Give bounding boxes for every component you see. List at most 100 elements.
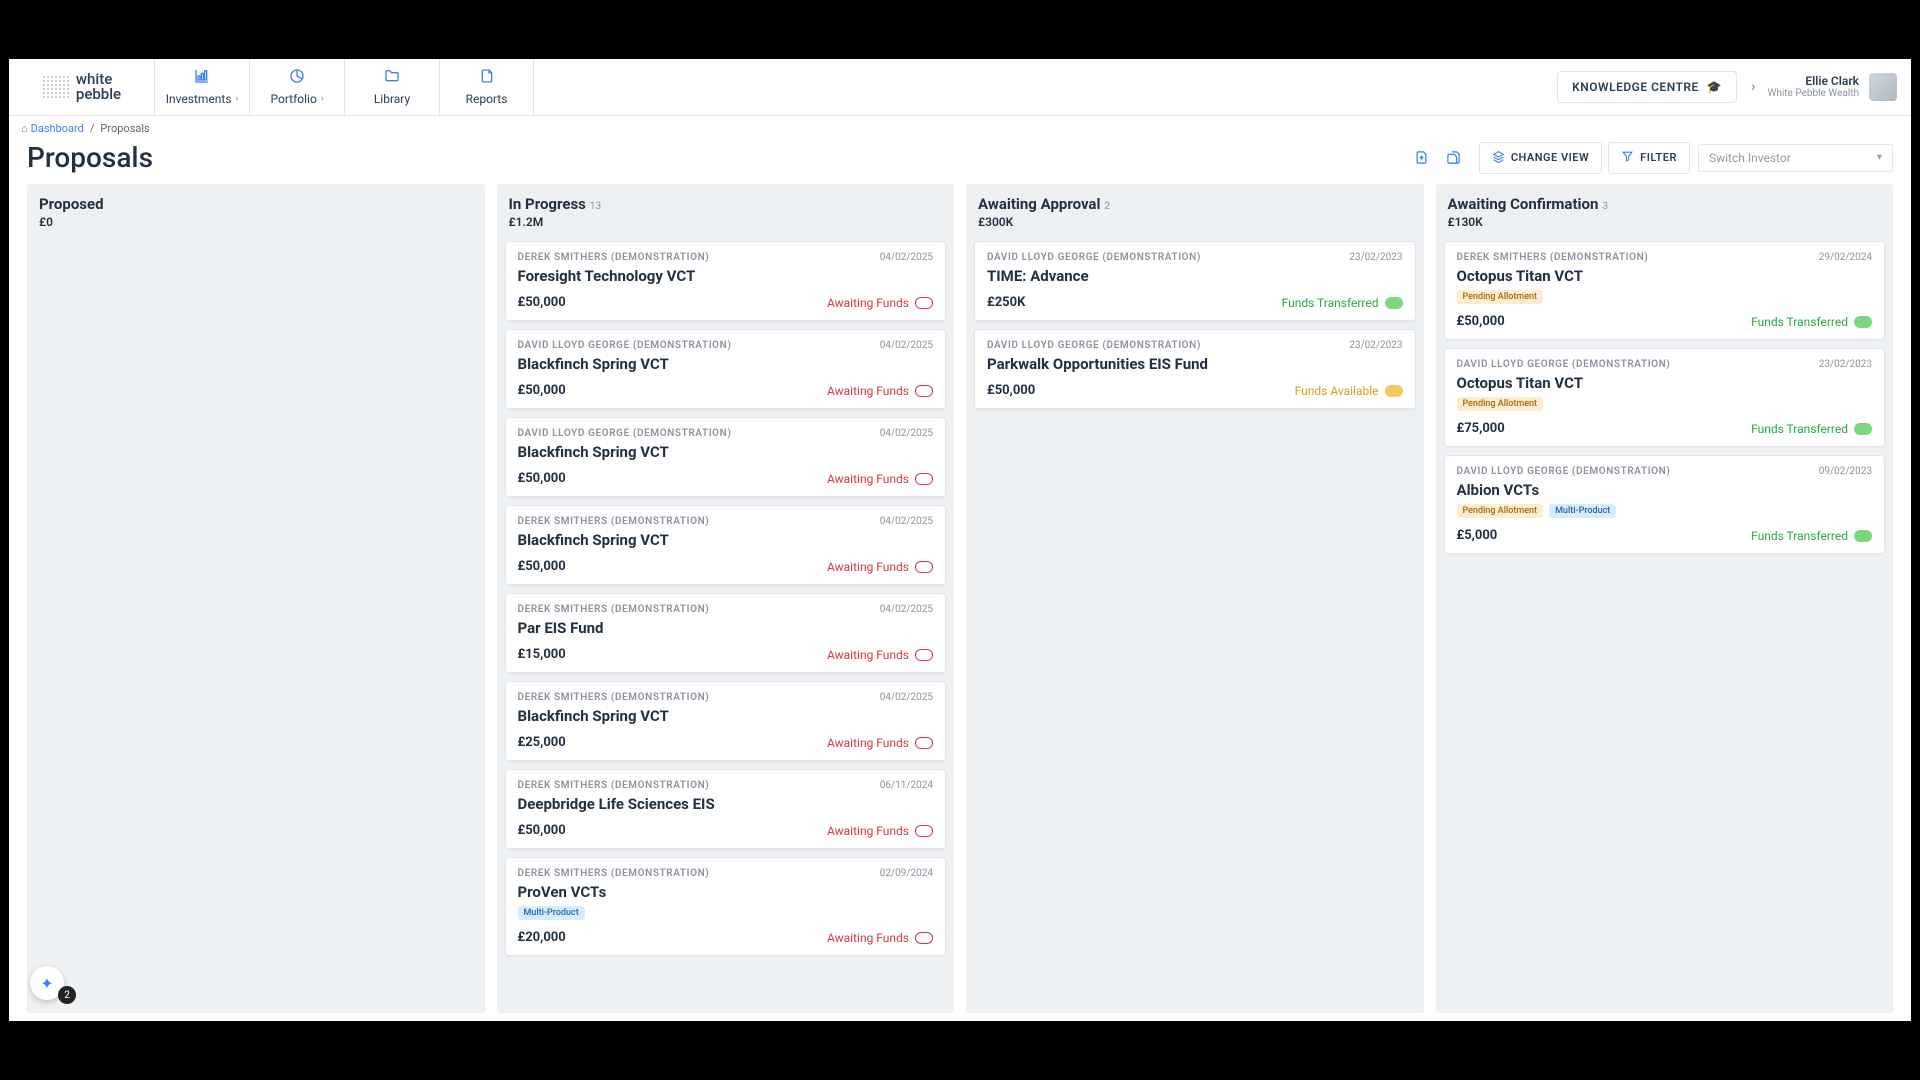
filter-button[interactable]: FILTER — [1608, 142, 1690, 174]
card-date: 06/11/2024 — [880, 780, 933, 791]
brand-name: white pebble — [76, 72, 121, 102]
card-date: 04/02/2025 — [880, 252, 933, 263]
switch-investor-select[interactable]: Switch Investor ▾ — [1698, 144, 1893, 172]
column-sum: £1.2M — [509, 215, 943, 229]
card-title: Foresight Technology VCT — [518, 267, 934, 285]
card-date: 04/02/2025 — [880, 516, 933, 527]
card-status: Funds Available — [1295, 384, 1403, 398]
proposal-card[interactable]: DAVID LLOYD GEORGE (DEMONSTRATION)23/02/… — [974, 329, 1416, 409]
chevron-right-icon[interactable]: › — [1751, 79, 1755, 95]
card-amount: £20,000 — [518, 930, 566, 945]
proposal-card[interactable]: DEREK SMITHERS (DEMONSTRATION)04/02/2025… — [505, 505, 947, 585]
proposal-card[interactable]: DEREK SMITHERS (DEMONSTRATION) 04/02/2025… — [505, 681, 947, 761]
kanban-board: Proposed£0In Progress13£1.2MDEREK SMITHE… — [9, 184, 1911, 1021]
help-widget[interactable]: ✦ 2 — [30, 966, 76, 1000]
card-title: ProVen VCTs — [518, 883, 934, 901]
column-body[interactable] — [27, 237, 485, 1013]
proposal-card[interactable]: DAVID LLOYD GEORGE (DEMONSTRATION)09/02/… — [1444, 455, 1886, 554]
card-status-label: Awaiting Funds — [827, 296, 909, 310]
nav-investments-label: Investments — [166, 92, 232, 106]
card-status-label: Awaiting Funds — [827, 384, 909, 398]
breadcrumb-separator: / — [90, 122, 95, 135]
proposal-card[interactable]: DEREK SMITHERS (DEMONSTRATION)04/02/2025… — [505, 593, 947, 673]
title-row: Proposals CHANGE VIEW FILTER Switch Inve… — [9, 141, 1911, 184]
proposal-card[interactable]: DAVID LLOYD GEORGE (DEMONSTRATION)23/02/… — [974, 241, 1416, 321]
proposal-card[interactable]: DAVID LLOYD GEORGE (DEMONSTRATION) 04/02/… — [505, 417, 947, 497]
proposal-card[interactable]: DEREK SMITHERS (DEMONSTRATION)29/02/2024… — [1444, 241, 1886, 340]
proposal-card[interactable]: DAVID LLOYD GEORGE (DEMONSTRATION)23/02/… — [1444, 348, 1886, 447]
switch-investor-placeholder: Switch Investor — [1709, 151, 1791, 165]
card-client: DEREK SMITHERS (DEMONSTRATION) — [1457, 252, 1649, 263]
card-title: Albion VCTs — [1457, 481, 1873, 499]
pie-chart-icon — [289, 68, 305, 88]
change-view-button[interactable]: CHANGE VIEW — [1479, 142, 1602, 174]
card-status: Awaiting Funds — [827, 736, 933, 750]
chevron-right-icon: › — [321, 94, 324, 104]
card-title: Blackfinch Spring VCT — [518, 531, 934, 549]
card-amount: £75,000 — [1457, 421, 1505, 436]
card-status: Funds Transferred — [1282, 296, 1403, 310]
card-title: Octopus Titan VCT — [1457, 267, 1873, 285]
card-status-label: Awaiting Funds — [827, 736, 909, 750]
card-date: 23/02/2023 — [1819, 359, 1872, 370]
nav-reports-label: Reports — [466, 92, 508, 106]
user-menu[interactable]: Ellie Clark White Pebble Wealth — [1767, 73, 1897, 101]
card-amount: £250K — [987, 295, 1025, 310]
status-pill-icon — [915, 737, 933, 749]
card-client: DAVID LLOYD GEORGE (DEMONSTRATION) — [987, 340, 1201, 351]
card-date: 04/02/2025 — [880, 428, 933, 439]
nav-reports[interactable]: Reports — [439, 59, 534, 115]
status-pill-icon — [915, 649, 933, 661]
card-title: Octopus Titan VCT — [1457, 374, 1873, 392]
proposal-card[interactable]: DEREK SMITHERS (DEMONSTRATION)04/02/2025… — [505, 241, 947, 321]
card-date: 04/02/2025 — [880, 692, 933, 703]
card-status: Awaiting Funds — [827, 931, 933, 945]
column-body[interactable]: DEREK SMITHERS (DEMONSTRATION) 04/02/2025… — [497, 237, 955, 1013]
export-multi-icon[interactable] — [1441, 145, 1467, 171]
column-body[interactable]: DAVID LLOYD GEORGE (DEMONSTRATION) 23/02/… — [966, 237, 1424, 1013]
column-sum: £300K — [978, 215, 1412, 229]
card-status: Awaiting Funds — [827, 560, 933, 574]
breadcrumb: ⌂ Dashboard / Proposals — [9, 116, 1911, 141]
layers-icon — [1492, 150, 1505, 166]
brand-logo[interactable]: white pebble — [9, 72, 154, 102]
status-pill-icon — [915, 825, 933, 837]
column-in-progress: In Progress 13 £1.2M DEREK SMITHERS (DEMONS… — [497, 184, 955, 1013]
card-amount: £50,000 — [518, 471, 566, 486]
nav-library[interactable]: Library — [344, 59, 439, 115]
column-count: 3 — [1602, 201, 1608, 212]
column-title: Awaiting Confirmation — [1448, 195, 1599, 213]
card-status-label: Awaiting Funds — [827, 472, 909, 486]
document-icon — [479, 68, 495, 88]
breadcrumb-home[interactable]: ⌂ Dashboard — [21, 122, 84, 135]
card-status-label: Awaiting Funds — [827, 560, 909, 574]
proposal-card[interactable]: DEREK SMITHERS (DEMONSTRATION)02/09/2024… — [505, 857, 947, 956]
nav-portfolio[interactable]: Portfolio› — [249, 59, 344, 115]
proposal-card[interactable]: DEREK SMITHERS (DEMONSTRATION)06/11/2024… — [505, 769, 947, 849]
column-awaiting-approval: Awaiting Approval2£300KDAVID LLOYD GEORG… — [966, 184, 1424, 1013]
card-client: DEREK SMITHERS (DEMONSTRATION) — [518, 692, 710, 703]
tag-pending-allotment: Pending Allotment — [1457, 504, 1544, 518]
page-title: Proposals — [27, 141, 153, 174]
logo-mark-icon — [42, 75, 70, 99]
card-amount: £15,000 — [518, 647, 566, 662]
card-date: 09/02/2023 — [1819, 466, 1872, 477]
card-amount: £50,000 — [518, 383, 566, 398]
export-single-icon[interactable] — [1409, 145, 1435, 171]
proposal-card[interactable]: DAVID LLOYD GEORGE (DEMONSTRATION)04/02/… — [505, 329, 947, 409]
status-pill-icon — [915, 932, 933, 944]
app-window: white pebble Investments› Portfolio› — [9, 59, 1911, 1021]
card-status: Funds Transferred — [1751, 315, 1872, 329]
card-date: 23/02/2023 — [1349, 252, 1402, 263]
column-count: 13 — [590, 201, 601, 212]
column-header: In Progress 13 £1.2M — [497, 184, 955, 237]
card-client: DAVID LLOYD GEORGE (DEMONSTRATION) — [518, 428, 732, 439]
nav-investments[interactable]: Investments› — [154, 59, 249, 115]
card-status-label: Awaiting Funds — [827, 931, 909, 945]
tag-pending-allotment: Pending Allotment — [1457, 397, 1544, 411]
column-title: In Progress — [509, 195, 586, 213]
knowledge-centre-button[interactable]: KNOWLEDGE CENTRE 🎓 — [1557, 71, 1737, 103]
column-body[interactable]: DEREK SMITHERS (DEMONSTRATION)29/02/2024… — [1436, 237, 1894, 1013]
card-status-label: Awaiting Funds — [827, 824, 909, 838]
column-sum: £0 — [39, 215, 473, 229]
